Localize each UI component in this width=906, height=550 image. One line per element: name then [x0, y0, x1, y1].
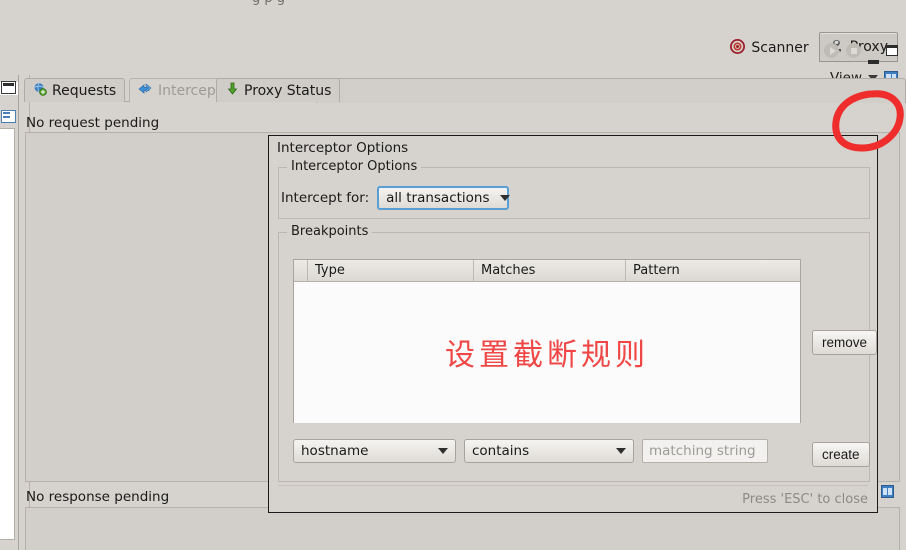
module-tab-scanner[interactable]: Scanner — [720, 33, 818, 62]
new-rule-row: hostname contains matching string — [293, 439, 768, 463]
module-tab-scanner-label: Scanner — [751, 40, 809, 56]
globe-requests-icon — [33, 82, 47, 100]
interceptor-options-group: Interceptor Options Intercept for: all t… — [278, 159, 870, 219]
target-icon — [730, 38, 746, 58]
rule-field-select[interactable]: hostname — [293, 439, 456, 463]
tab-intercept-label: Intercept — [158, 82, 222, 99]
panel-expand-icon-bar-2 — [3, 116, 10, 118]
column-header-type: Type — [308, 260, 474, 281]
maximize-icon[interactable] — [886, 45, 898, 56]
blue-arrows-icon — [138, 82, 153, 99]
rule-operator-select[interactable]: contains — [464, 439, 634, 463]
window-title-strip: g p g — [0, 0, 906, 20]
dialog-title: Interceptor Options — [277, 140, 409, 156]
green-arrow-icon — [225, 82, 239, 100]
bottom-layout-panel-icon[interactable] — [881, 485, 894, 498]
esc-hint-text: Press 'ESC' to close — [742, 492, 868, 507]
breakpoints-group: Breakpoints Type Matches Pattern 设置截断规则 … — [278, 224, 877, 482]
minimize-icon[interactable] — [868, 60, 879, 64]
window-title-fragment: g p g — [252, 0, 285, 6]
stop-icon[interactable] — [846, 43, 861, 58]
chevron-down-icon — [499, 195, 510, 201]
proxy-tabrow: Requests Intercept Proxy Status — [24, 78, 904, 102]
panel-expand-icon[interactable] — [1, 110, 16, 123]
intercept-for-label: Intercept for: — [281, 190, 370, 206]
module-tabbar: Scanner Proxy — [0, 20, 906, 95]
rule-field-value: hostname — [301, 443, 369, 459]
chinese-annotation-text: 设置截断规则 — [445, 338, 649, 373]
column-header-index — [294, 260, 308, 281]
breakpoints-legend: Breakpoints — [287, 224, 373, 239]
tab-requests[interactable]: Requests — [24, 78, 126, 102]
panel-collapse-icon-bar — [3, 83, 14, 86]
tab-requests-label: Requests — [52, 82, 117, 99]
response-status-text: No response pending — [26, 489, 170, 505]
play-icon[interactable] — [824, 43, 839, 58]
tab-proxy-status-label: Proxy Status — [244, 82, 332, 99]
panel-collapse-icon[interactable] — [1, 81, 16, 94]
breakpoints-table-header: Type Matches Pattern — [294, 260, 800, 282]
tab-proxy-status[interactable]: Proxy Status — [216, 78, 341, 102]
chevron-down-icon — [616, 448, 626, 454]
chevron-down-icon — [438, 448, 448, 454]
rule-pattern-input[interactable]: matching string — [642, 439, 768, 463]
interceptor-options-dialog: Interceptor Options Interceptor Options … — [268, 135, 878, 513]
application-window: g p g Scanner — [0, 0, 906, 550]
breakpoints-table-body: 设置截断规则 — [294, 282, 800, 423]
intercept-for-select[interactable]: all transactions — [377, 186, 510, 210]
remove-button[interactable]: remove — [812, 330, 877, 355]
intercept-for-value: all transactions — [386, 190, 490, 206]
column-header-pattern: Pattern — [633, 263, 680, 278]
breakpoints-table[interactable]: Type Matches Pattern 设置截断规则 — [293, 259, 801, 423]
column-header-matches: Matches — [474, 260, 626, 281]
response-content-area — [25, 507, 900, 550]
create-button[interactable]: create — [812, 442, 870, 467]
intercept-for-row: Intercept for: all transactions — [281, 186, 510, 210]
request-status-text: No request pending — [26, 115, 160, 131]
rule-operator-value: contains — [472, 443, 530, 459]
panel-toolbar-icons — [824, 43, 898, 64]
dialog-separator — [278, 485, 868, 486]
left-edge-panel — [0, 128, 15, 540]
interceptor-options-legend: Interceptor Options — [287, 159, 422, 174]
panel-expand-icon-bar-1 — [3, 112, 10, 114]
